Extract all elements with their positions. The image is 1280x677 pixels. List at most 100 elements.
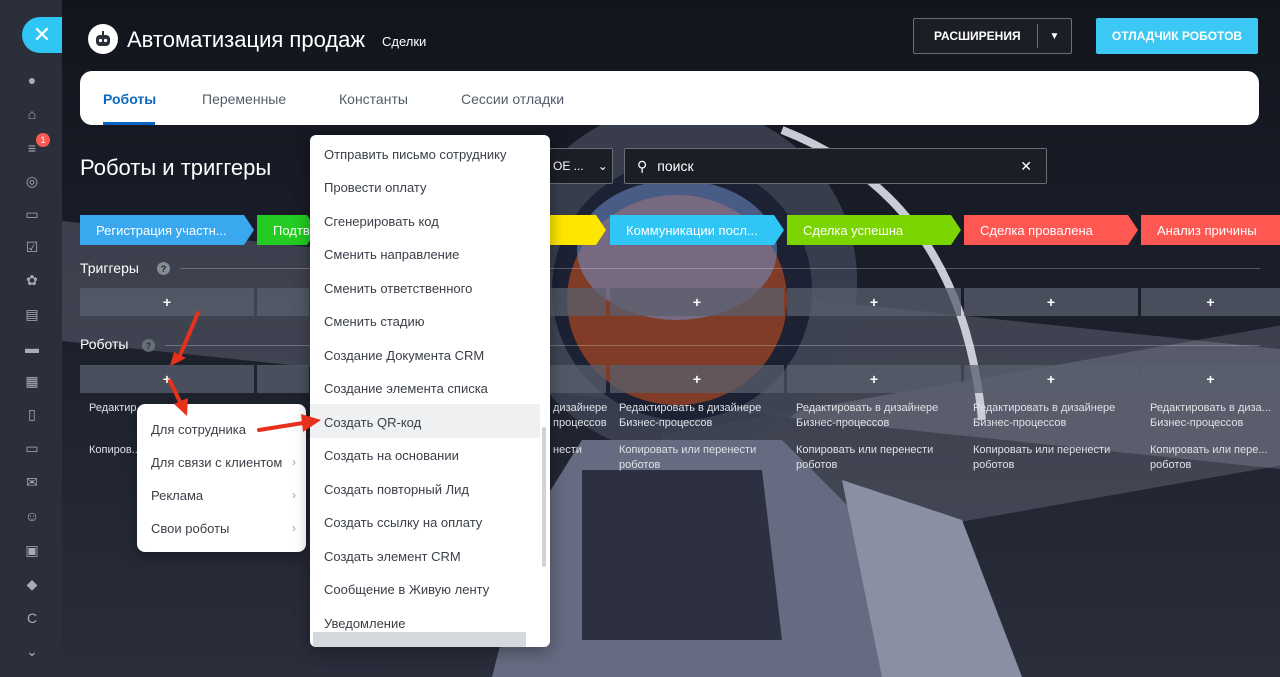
robot-submenu: Отправить письмо сотруднику Провести опл… xyxy=(310,135,550,647)
menu-item[interactable]: Сменить ответственного xyxy=(324,281,472,296)
stage-chip[interactable]: Сделка успешна xyxy=(787,215,961,245)
search-field[interactable]: ⚲ поиск ✕ xyxy=(624,148,1047,184)
add-trigger-button[interactable] xyxy=(549,288,606,316)
copy-robots-link[interactable]: Копировать или перенести роботов xyxy=(619,443,779,473)
search-input[interactable]: поиск xyxy=(657,158,1020,174)
tab-constants[interactable]: Константы xyxy=(339,91,408,107)
add-robot-button[interactable] xyxy=(549,365,606,393)
menu-item[interactable]: Сообщение в Живую ленту xyxy=(324,582,489,597)
stage-chip-hidden[interactable] xyxy=(548,215,606,245)
robots-label: Роботы xyxy=(80,336,129,352)
menu-item-label: Реклама xyxy=(151,488,204,503)
stage-filter-select[interactable]: ОЕ ... ⌄ xyxy=(540,148,613,184)
help-icon[interactable]: ? xyxy=(142,339,155,352)
tab-active-indicator xyxy=(103,122,155,125)
menu-item[interactable]: Создать повторный Лид xyxy=(324,482,469,497)
copy-robots-link[interactable]: Копиров... роботов xyxy=(89,443,139,458)
list-icon[interactable]: ▤ xyxy=(22,304,42,324)
notification-badge: 1 xyxy=(36,133,50,147)
help-icon[interactable]: ? xyxy=(157,262,170,275)
menu-scrollbar[interactable] xyxy=(542,427,546,567)
edit-in-designer-link[interactable]: Редактировать в дизайнере Бизнес-процесс… xyxy=(796,401,956,431)
chevron-right-icon: › xyxy=(292,521,296,535)
stage-chip[interactable]: Коммуникации посл... xyxy=(610,215,784,245)
tab-robots[interactable]: Роботы xyxy=(103,91,156,107)
menu-item[interactable]: Создание Документа CRM xyxy=(324,348,484,363)
close-icon[interactable]: ✕ xyxy=(22,17,62,53)
stage-filter-value: ОЕ ... xyxy=(553,159,584,173)
add-robot-button[interactable]: + xyxy=(787,365,961,393)
tab-bar: Роботы Переменные Константы Сессии отлад… xyxy=(80,71,1259,125)
menu-item[interactable]: Создание элемента списка xyxy=(324,381,488,396)
stage-chip[interactable]: Регистрация участн... xyxy=(80,215,254,245)
rail-letter[interactable]: C xyxy=(22,608,42,628)
chat-icon[interactable]: ▬ xyxy=(22,338,42,358)
add-trigger-button[interactable] xyxy=(257,288,309,316)
edit-in-designer-link[interactable]: Редактировать в дизайнере Бизнес-процесс… xyxy=(973,401,1133,431)
edit-in-designer-link[interactable]: Редактировать в диза... Бизнес-процессов xyxy=(1150,401,1278,431)
menu-item-label: Для сотрудника xyxy=(151,422,246,437)
annotation-arrow xyxy=(168,311,200,416)
add-robot-button[interactable]: + xyxy=(1141,365,1280,393)
clear-icon[interactable]: ✕ xyxy=(1020,158,1032,175)
cart-icon[interactable]: ▭ xyxy=(22,204,42,224)
stage-chip-label: Сделка успешна xyxy=(803,222,904,238)
stage-chip[interactable]: Анализ причины xyxy=(1141,215,1280,245)
menu-item[interactable]: Создать элемент CRM xyxy=(324,549,461,564)
home-icon[interactable]: ⌂ xyxy=(22,104,42,124)
robot-icon[interactable]: ● xyxy=(22,70,42,90)
menu-item[interactable]: Отправить письмо сотруднику xyxy=(324,147,506,162)
stage-chip[interactable]: Сделка провалена xyxy=(964,215,1138,245)
menu-item-custom-robots[interactable]: Свои роботы › xyxy=(151,521,296,536)
stage-chip-label: Коммуникации посл... xyxy=(626,222,758,238)
search-icon: ⚲ xyxy=(637,157,648,174)
menu-item-create-qr-code[interactable]: Создать QR-код xyxy=(324,415,421,430)
left-rail: ✕ ● ⌂ ≡ 1 ◎ ▭ ☑ ✿ ▤ ▬ ▦ ▯ ▭ ✉ ☺ ▣ ◆ C ⌄ xyxy=(0,0,62,677)
target-icon[interactable]: ◎ xyxy=(22,171,42,191)
chevron-down-icon[interactable]: ⌄ xyxy=(22,641,42,661)
menu-item-advertising[interactable]: Реклама › xyxy=(151,488,296,503)
add-trigger-button[interactable]: + xyxy=(1141,288,1280,316)
extensions-button[interactable]: РАСШИРЕНИЯ ▼ xyxy=(913,18,1072,54)
edit-in-designer-link[interactable]: Редактировать в дизайнере Бизнес-процесс… xyxy=(619,401,779,431)
chevron-down-icon: ⌄ xyxy=(597,159,608,173)
copy-robots-link[interactable]: Копировать или перенести роботов xyxy=(796,443,956,473)
caret-down-icon[interactable]: ▼ xyxy=(1038,31,1071,42)
contact-card-icon[interactable]: ▣ xyxy=(22,540,42,560)
copy-robots-link[interactable]: Копировать или перенести роботов xyxy=(973,443,1133,473)
add-trigger-button[interactable]: + xyxy=(964,288,1138,316)
copy-robots-link[interactable]: нести xyxy=(553,443,603,458)
tab-debug-sessions[interactable]: Сессии отладки xyxy=(461,91,564,107)
document-icon[interactable]: ▯ xyxy=(22,404,42,424)
drive-icon[interactable]: ▭ xyxy=(22,438,42,458)
menu-item[interactable]: Провести оплату xyxy=(324,180,427,195)
menu-item[interactable]: Создать на основании xyxy=(324,448,459,463)
copy-robots-link[interactable]: Копировать или пере... роботов xyxy=(1150,443,1278,473)
calendar-icon[interactable]: ▦ xyxy=(22,371,42,391)
add-trigger-button[interactable]: + xyxy=(787,288,961,316)
checkbox-icon[interactable]: ☑ xyxy=(22,237,42,257)
tab-variables[interactable]: Переменные xyxy=(202,91,286,107)
add-robot-button[interactable]: + xyxy=(610,365,784,393)
mail-icon[interactable]: ✉ xyxy=(22,472,42,492)
menu-item[interactable]: Создать ссылку на оплату xyxy=(324,515,482,530)
triggers-label: Триггеры xyxy=(80,260,139,276)
menu-item[interactable]: Сгенерировать код xyxy=(324,214,439,229)
menu-item[interactable]: Сменить стадию xyxy=(324,314,424,329)
edit-in-designer-link[interactable]: дизайнере процессов xyxy=(553,401,607,431)
menu-item[interactable]: Сменить направление xyxy=(324,247,459,262)
robot-debugger-button[interactable]: ОТЛАДЧИК РОБОТОВ xyxy=(1096,18,1258,54)
app-subtitle: Сделки xyxy=(382,34,427,49)
box-icon[interactable]: ◆ xyxy=(22,574,42,594)
apps-icon[interactable]: ✿ xyxy=(22,270,42,290)
stage-chip-label: Сделка провалена xyxy=(980,222,1093,238)
stage-chip[interactable]: Подтв xyxy=(257,215,317,245)
users-icon[interactable]: ☺ xyxy=(22,506,42,526)
menu-item-client-communication[interactable]: Для связи с клиентом › xyxy=(151,455,296,470)
menu-item[interactable]: Уведомление xyxy=(324,616,405,631)
add-robot-button[interactable]: + xyxy=(964,365,1138,393)
add-trigger-button[interactable]: + xyxy=(610,288,784,316)
edit-in-designer-link[interactable]: Редактир... Бизнес-... xyxy=(89,401,139,416)
chevron-right-icon: › xyxy=(292,455,296,469)
add-robot-button[interactable] xyxy=(257,365,309,393)
